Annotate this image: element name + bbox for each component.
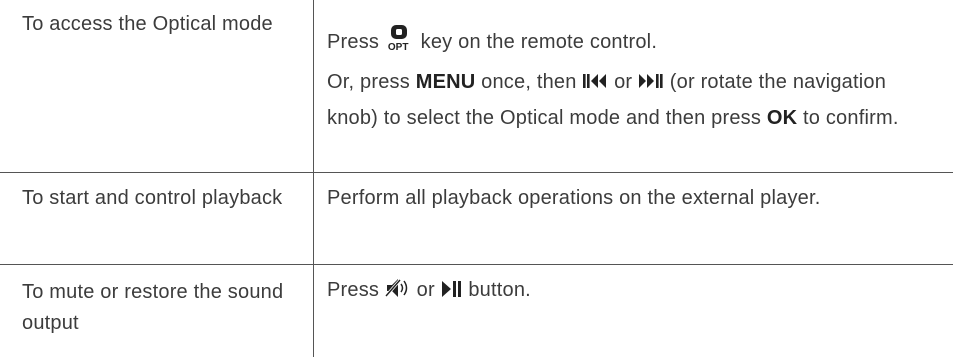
instruction-table: To access the Optical mode Press OPT key…	[0, 0, 953, 357]
skip-previous-icon	[582, 64, 608, 100]
instruction-cell: Press OPT key on the remote control. Or,…	[327, 24, 937, 136]
action-cell: To mute or restore the sound output	[22, 281, 284, 334]
optical-key-label: OPT	[387, 42, 409, 53]
ok-keyword: OK	[766, 107, 798, 129]
table-row-playback: To start and control playback Perform al…	[0, 172, 953, 264]
instruction-line-menu: Or, press MENU once, then or (or rotate …	[327, 64, 937, 136]
mute-icon	[384, 272, 411, 308]
skip-next-icon	[638, 64, 664, 100]
instruction-cell: Perform all playback operations on the e…	[327, 187, 821, 209]
instruction-line-remote: Press OPT key on the remote control.	[327, 24, 937, 60]
menu-keyword: MENU	[415, 71, 476, 93]
optical-key-icon: OPT	[387, 25, 413, 53]
table-row-mute: To mute or restore the sound output Pres…	[0, 264, 953, 357]
table-row-optical-mode: To access the Optical mode Press OPT key…	[0, 0, 953, 172]
play-pause-icon	[441, 272, 463, 308]
instruction-cell: Press or button.	[327, 272, 937, 308]
action-cell: To access the Optical mode	[22, 13, 273, 35]
action-cell: To start and control playback	[22, 187, 283, 209]
